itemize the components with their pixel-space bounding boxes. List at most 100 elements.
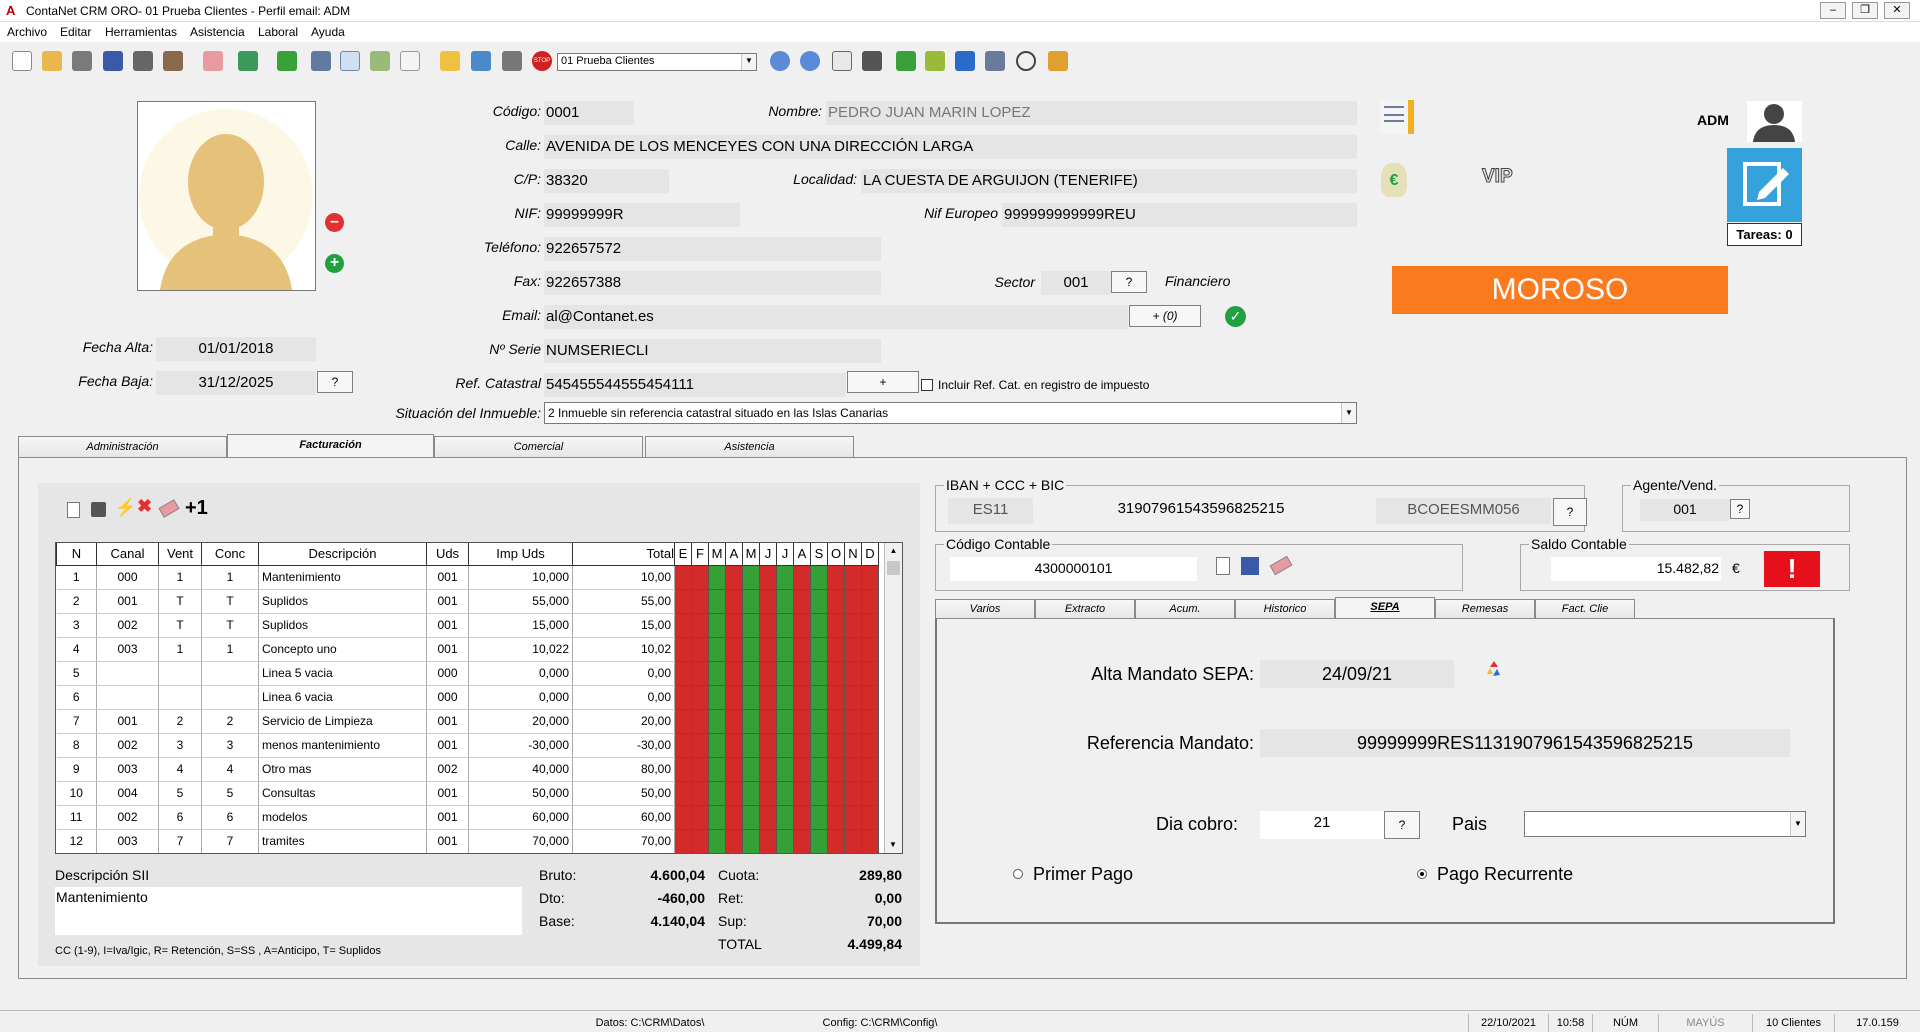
month-cell[interactable] [708,637,726,662]
month-cell[interactable] [691,733,709,758]
minimize-button[interactable]: – [1820,2,1846,19]
table-row[interactable]: 7 001 2 2 Servicio de Limpieza 001 20,000 20,00 [56,709,879,734]
month-cell[interactable] [827,733,845,758]
tareas-counter[interactable]: Tareas: 0 [1727,223,1802,246]
contact-card-icon[interactable] [832,51,852,71]
month-cell[interactable] [708,613,726,638]
menu-ayuda[interactable]: Ayuda [311,25,345,39]
grid-header[interactable]: J [776,543,794,566]
table-cell[interactable]: Consultas [258,781,427,806]
table-cell[interactable]: 7 [201,829,259,853]
add-photo-icon[interactable]: + [325,254,344,273]
month-cell[interactable] [810,829,828,853]
month-cell[interactable] [674,709,692,734]
table-cell[interactable]: 0,00 [572,661,675,686]
table-cell[interactable]: 001 [426,613,469,638]
month-cell[interactable] [776,757,794,782]
month-cell[interactable] [810,805,828,830]
table-cell[interactable]: 2 [201,709,259,734]
month-cell[interactable] [691,661,709,686]
month-cell[interactable] [827,805,845,830]
month-cell[interactable] [861,637,879,662]
export-icon[interactable] [103,51,123,71]
month-cell[interactable] [844,589,862,614]
month-cell[interactable] [844,757,862,782]
month-cell[interactable] [725,757,743,782]
subtab-historico[interactable]: Historico [1235,599,1335,619]
grid-header[interactable]: Canal [96,543,159,566]
tasks-edit-icon[interactable] [1727,148,1802,222]
month-cell[interactable] [793,661,811,686]
month-cell[interactable] [725,637,743,662]
table-cell[interactable]: 000 [96,565,159,590]
month-cell[interactable] [861,709,879,734]
month-cell[interactable] [861,757,879,782]
table-cell[interactable]: modelos [258,805,427,830]
table-cell[interactable]: 40,000 [468,757,573,782]
month-cell[interactable] [759,781,777,806]
month-cell[interactable] [725,829,743,853]
table-cell[interactable]: 7 [56,709,97,734]
users-icon[interactable] [238,51,258,71]
grid-header[interactable]: N [844,543,862,566]
month-cell[interactable] [674,805,692,830]
export-icon[interactable] [1241,557,1259,575]
fecha-alta-field[interactable]: 01/01/2018 [156,337,316,361]
month-cell[interactable] [861,565,879,590]
grid-header[interactable]: Conc [201,543,259,566]
table-cell[interactable]: 10,02 [572,637,675,662]
table-cell[interactable]: Concepto uno [258,637,427,662]
scroll-up-icon[interactable]: ▲ [885,543,902,559]
table-cell[interactable]: 001 [426,709,469,734]
month-cell[interactable] [691,781,709,806]
table-cell[interactable] [158,685,202,710]
agente-help-button[interactable]: ? [1730,499,1750,519]
table-cell[interactable]: 2 [158,709,202,734]
month-cell[interactable] [810,661,828,686]
month-cell[interactable] [691,805,709,830]
table-cell[interactable]: T [158,613,202,638]
month-cell[interactable] [759,661,777,686]
table-cell[interactable]: 5 [201,781,259,806]
month-cell[interactable] [674,661,692,686]
month-cell[interactable] [793,733,811,758]
month-cell[interactable] [810,781,828,806]
localidad-field[interactable]: LA CUESTA DE ARGUIJON (TENERIFE) [861,169,1357,193]
month-cell[interactable] [759,709,777,734]
alert-icon[interactable]: ! [1764,551,1820,587]
table-cell[interactable]: 10 [56,781,97,806]
month-cell[interactable] [793,589,811,614]
month-cell[interactable] [810,613,828,638]
subtab-remesas[interactable]: Remesas [1435,599,1535,619]
nombre-field[interactable]: PEDRO JUAN MARIN LOPEZ [826,101,1357,125]
nif-europeo-field[interactable]: 999999999999REU [1002,203,1357,227]
month-cell[interactable] [725,709,743,734]
month-cell[interactable] [742,829,760,853]
contable-field[interactable]: 4300000101 [950,557,1197,581]
menu-laboral[interactable]: Laboral [258,25,298,39]
month-cell[interactable] [759,637,777,662]
month-cell[interactable] [691,589,709,614]
agente-field[interactable]: 001 [1640,499,1730,521]
table-cell[interactable]: Suplidos [258,613,427,638]
table-row[interactable]: 1 000 1 1 Mantenimiento 001 10,000 10,00 [56,565,879,590]
binoculars-icon[interactable] [133,51,153,71]
table-cell[interactable]: 1 [158,637,202,662]
contract-icon[interactable] [1380,100,1414,134]
subtab-fact-clie[interactable]: Fact. Clie [1535,599,1635,619]
table-cell[interactable]: 60,000 [468,805,573,830]
month-cell[interactable] [827,685,845,710]
table-cell[interactable]: 1 [201,637,259,662]
table-cell[interactable]: 6 [158,805,202,830]
sticky-note-icon[interactable] [440,51,460,71]
pais-select[interactable]: ▼ [1524,811,1806,837]
month-cell[interactable] [742,613,760,638]
month-cell[interactable] [861,829,879,853]
grid-header[interactable]: Descripción [258,543,427,566]
table-cell[interactable]: 20,00 [572,709,675,734]
table-cell[interactable]: 12 [56,829,97,853]
primer-pago-radio[interactable] [1013,869,1023,879]
cp-field[interactable]: 38320 [544,169,669,193]
table-cell[interactable]: 1 [56,565,97,590]
grid-header[interactable]: E [674,543,692,566]
